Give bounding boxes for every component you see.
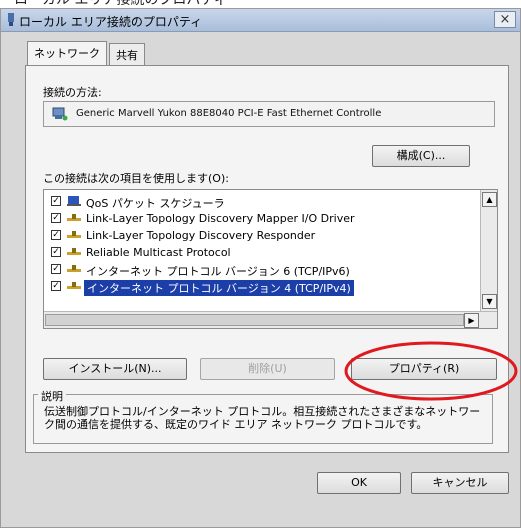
scroll-thumb[interactable]: [45, 314, 464, 326]
item-label: Link-Layer Topology Discovery Mapper I/O…: [86, 212, 355, 225]
window-title: ローカル エリア接続のプロパティ: [19, 15, 203, 29]
tab-sharing[interactable]: 共有: [109, 43, 145, 65]
description-text: 伝送制御プロトコル/インターネット プロトコル。相互接続されたさまざまなネットワ…: [44, 405, 481, 431]
protocol-icon: [67, 282, 81, 289]
protocol-icon: [67, 265, 81, 272]
item-label: インターネット プロトコル バージョン 6 (TCP/IPv6): [86, 265, 350, 278]
protocol-icon: [67, 248, 81, 255]
checkbox[interactable]: ✓: [51, 264, 61, 274]
scroll-down-icon[interactable]: ▼: [482, 294, 497, 309]
items-label: この接続は次の項目を使用します(O):: [43, 172, 229, 185]
checkbox[interactable]: ✓: [51, 230, 61, 240]
network-card-icon: [52, 107, 68, 121]
configure-button[interactable]: 構成(C)...: [372, 145, 470, 167]
vertical-scrollbar[interactable]: ▲ ▼: [480, 190, 497, 311]
list-item[interactable]: ✓ Reliable Multicast Protocol: [44, 244, 480, 261]
item-label: Reliable Multicast Protocol: [86, 246, 231, 259]
description-title: 説明: [38, 388, 66, 404]
tab-networking[interactable]: ネットワーク: [27, 41, 107, 65]
connect-using-label: 接続の方法:: [43, 86, 102, 99]
scroll-up-icon[interactable]: ▲: [482, 192, 497, 207]
close-button[interactable]: ×: [494, 11, 516, 28]
qos-scheduler-icon: [67, 196, 81, 206]
scroll-right-icon[interactable]: ▶: [464, 313, 479, 328]
item-label: インターネット プロトコル バージョン 4 (TCP/IPv4): [84, 280, 354, 296]
list-item[interactable]: ✓ Link-Layer Topology Discovery Responde…: [44, 227, 480, 244]
checkbox[interactable]: ✓: [51, 213, 61, 223]
list-item[interactable]: ✓ Link-Layer Topology Discovery Mapper I…: [44, 210, 480, 227]
checkbox[interactable]: ✓: [51, 247, 61, 257]
adapter-box: Generic Marvell Yukon 88E8040 PCI-E Fast…: [43, 101, 495, 127]
adapter-name: Generic Marvell Yukon 88E8040 PCI-E Fast…: [76, 108, 382, 119]
protocol-icon: [67, 231, 81, 238]
network-adapter-icon: [8, 13, 14, 26]
list-item[interactable]: ✓ QoS パケット スケジューラ: [44, 193, 480, 210]
item-label: Link-Layer Topology Discovery Responder: [86, 229, 316, 242]
checkbox[interactable]: ✓: [51, 281, 61, 291]
protocol-icon: [67, 214, 81, 221]
item-label: QoS パケット スケジューラ: [86, 197, 225, 210]
list-item[interactable]: ✓ インターネット プロトコル バージョン 6 (TCP/IPv6): [44, 261, 480, 278]
properties-button[interactable]: プロパティ(R): [351, 358, 497, 380]
clipped-heading: ローカル エリア接続のプロパティ: [0, 0, 521, 8]
install-button[interactable]: インストール(N)...: [43, 358, 187, 380]
cancel-button[interactable]: キャンセル: [411, 472, 509, 494]
horizontal-scrollbar[interactable]: ▶: [44, 311, 497, 328]
uninstall-button[interactable]: 削除(U): [200, 358, 335, 380]
checkbox[interactable]: ✓: [51, 196, 61, 206]
component-list[interactable]: ✓ QoS パケット スケジューラ ✓ Link-Layer Topology …: [43, 189, 498, 329]
title-bar: ローカル エリア接続のプロパティ ×: [1, 9, 520, 32]
ok-button[interactable]: OK: [317, 472, 401, 494]
list-item-selected[interactable]: ✓ インターネット プロトコル バージョン 4 (TCP/IPv4): [44, 278, 480, 296]
